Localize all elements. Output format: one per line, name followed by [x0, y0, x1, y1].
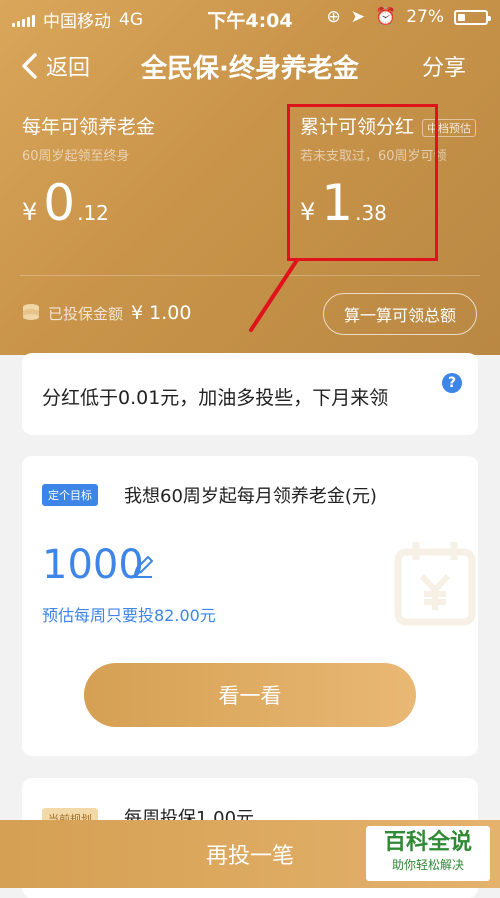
- share-button[interactable]: 分享: [422, 50, 466, 82]
- goal-badge: 定个目标: [42, 484, 98, 506]
- annual-pension-subtitle: 60周岁起领至终身: [22, 149, 130, 164]
- battery-percent: 27%: [406, 7, 444, 27]
- insured-label: 已投保金额: [48, 304, 124, 323]
- annual-currency: ¥: [22, 198, 38, 226]
- coin-stack-icon: [23, 304, 39, 320]
- watermark-logo: 百科全说 助你轻松解决: [366, 826, 490, 881]
- orientation-lock-icon: ⊕: [326, 7, 341, 27]
- goal-title: 我想60周岁起每月领养老金(元): [124, 486, 377, 507]
- annual-pension-title: 每年可领养老金: [22, 116, 156, 138]
- dividend-notice-text: 分红低于0.01元，加油多投些，下月来领: [42, 387, 389, 409]
- insured-value: ¥ 1.00: [131, 302, 192, 324]
- watermark-subtitle: 助你轻松解决: [391, 858, 464, 872]
- location-icon: ➤: [350, 7, 366, 27]
- annual-amount-integer: 0: [43, 174, 76, 232]
- help-icon[interactable]: ?: [442, 373, 462, 393]
- status-bar: 中国移动 4G 下午4:04 ⊕ ➤ ⏰ 27%: [0, 0, 500, 34]
- annual-amount-decimal: .12: [77, 201, 109, 225]
- goal-amount[interactable]: 1000: [42, 542, 144, 588]
- battery-icon: [454, 9, 491, 25]
- goal-estimate: 预估每周只要投82.00元: [42, 606, 216, 625]
- pencil-icon[interactable]: [130, 554, 156, 580]
- highlight-box: [287, 104, 438, 261]
- annual-pension-block: 每年可领养老金 60周岁起领至终身 ¥ 0 .12: [22, 112, 155, 228]
- header-divider: [20, 275, 480, 276]
- alarm-icon: ⏰: [375, 7, 397, 27]
- view-button[interactable]: 看一看: [84, 663, 416, 727]
- watermark-title: 百科全说: [383, 830, 472, 855]
- nav-bar: 返回 全民保·终身养老金 分享: [0, 40, 500, 94]
- calendar-yen-icon: [394, 542, 476, 626]
- goal-card: 定个目标 我想60周岁起每月领养老金(元) 1000 预估每周只要投82.00元…: [22, 456, 478, 756]
- calculate-total-button[interactable]: 算一算可领总额: [323, 293, 477, 335]
- insured-amount: 已投保金额 ¥ 1.00: [22, 302, 191, 324]
- dividend-notice-card: 分红低于0.01元，加油多投些，下月来领 ?: [22, 353, 478, 435]
